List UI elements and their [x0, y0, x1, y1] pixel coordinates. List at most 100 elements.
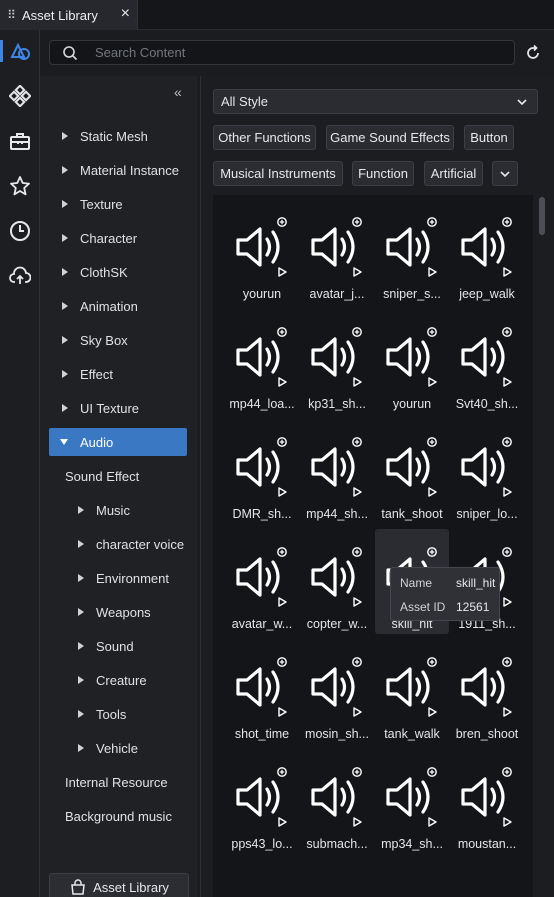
tag-button[interactable]: Button	[464, 125, 514, 150]
tree-item[interactable]: Audio	[49, 428, 187, 456]
caret-right-icon[interactable]	[62, 336, 68, 344]
caret-right-icon[interactable]	[62, 132, 68, 140]
drag-grip-icon[interactable]: ⠿	[0, 8, 22, 22]
tooltip-name-label: Name	[400, 576, 433, 590]
tree-item[interactable]: Sound	[78, 633, 134, 659]
tree-item[interactable]: Sky Box	[62, 327, 128, 353]
search-input[interactable]	[95, 43, 505, 62]
asset-tile[interactable]: submach...	[300, 749, 374, 854]
tooltip-id-label: Asset ID	[400, 600, 446, 614]
tree-item[interactable]: Sound Effect	[65, 463, 139, 489]
asset-tile[interactable]: yourun	[375, 309, 449, 414]
asset-tile-label: tank_shoot	[381, 507, 443, 521]
tree-item[interactable]: Effect	[62, 361, 113, 387]
refresh-icon[interactable]	[523, 43, 543, 63]
tree-item[interactable]: UI Texture	[62, 395, 139, 421]
speaker-icon	[311, 657, 362, 717]
caret-right-icon[interactable]	[78, 506, 84, 514]
tree-item[interactable]: Static Mesh	[62, 123, 148, 149]
tag-artificial[interactable]: Artificial	[424, 161, 483, 186]
caret-right-icon[interactable]	[78, 676, 84, 684]
tab-asset-library[interactable]: ⠿ Asset Library ×	[0, 0, 138, 30]
tree-item[interactable]: Background music	[65, 803, 172, 829]
clock-icon[interactable]	[0, 214, 40, 248]
caret-right-icon[interactable]	[78, 540, 84, 548]
caret-right-icon[interactable]	[78, 744, 84, 752]
tree-item[interactable]: Music	[78, 497, 130, 523]
asset-tile[interactable]: pps43_lo...	[225, 749, 299, 854]
scrollbar[interactable]	[539, 197, 545, 235]
star-icon[interactable]	[0, 169, 40, 203]
caret-right-icon[interactable]	[62, 166, 68, 174]
asset-tile[interactable]: yourun	[225, 199, 299, 304]
speaker-icon	[236, 437, 287, 497]
caret-right-icon[interactable]	[78, 642, 84, 650]
tree-item[interactable]: Environment	[78, 565, 169, 591]
asset-tile[interactable]: sniper_s...	[375, 199, 449, 304]
tree-item[interactable]: Animation	[62, 293, 138, 319]
asset-tile-label: avatar_j...	[309, 287, 365, 301]
caret-down-icon[interactable]	[60, 439, 68, 445]
asset-tile[interactable]: jeep_walk	[450, 199, 524, 304]
asset-tile-label: mosin_sh...	[305, 727, 369, 741]
asset-tile[interactable]: avatar_w...	[225, 529, 299, 634]
asset-tile[interactable]: tank_shoot	[375, 419, 449, 524]
asset-tile[interactable]: Svt40_sh...	[450, 309, 524, 414]
asset-tile-label: avatar_w...	[231, 617, 293, 631]
asset-tile[interactable]: DMR_sh...	[225, 419, 299, 524]
tag-function[interactable]: Function	[352, 161, 414, 186]
asset-tile-label: moustan...	[457, 837, 517, 851]
collapse-panel-icon[interactable]: «	[174, 84, 182, 100]
asset-tile[interactable]: tank_walk	[375, 639, 449, 744]
components-icon[interactable]	[0, 79, 40, 113]
asset-tile[interactable]: moustan...	[450, 749, 524, 854]
asset-library-button[interactable]: Asset Library	[49, 873, 189, 897]
tooltip-id-value: 12561	[456, 600, 490, 614]
asset-tile[interactable]: copter_w...	[300, 529, 374, 634]
speaker-icon	[461, 217, 512, 277]
caret-right-icon[interactable]	[78, 710, 84, 718]
speaker-icon	[461, 657, 512, 717]
tree-item[interactable]: Character	[62, 225, 137, 251]
asset-tile[interactable]: mp44_loa...	[225, 309, 299, 414]
speaker-icon	[236, 767, 287, 827]
tag-musical-instruments[interactable]: Musical Instruments	[213, 161, 343, 186]
tree-item[interactable]: ClothSK	[62, 259, 128, 285]
tree-item[interactable]: Weapons	[78, 599, 151, 625]
asset-tile[interactable]: bren_shoot	[450, 639, 524, 744]
tree-item-label: Weapons	[96, 604, 151, 620]
caret-right-icon[interactable]	[62, 200, 68, 208]
caret-right-icon[interactable]	[62, 302, 68, 310]
asset-tile[interactable]: sniper_lo...	[450, 419, 524, 524]
tree-item[interactable]: Texture	[62, 191, 123, 217]
asset-tile[interactable]: mosin_sh...	[300, 639, 374, 744]
style-dropdown[interactable]: All Style	[213, 89, 538, 114]
asset-tile-label: yourun	[392, 397, 432, 411]
caret-right-icon[interactable]	[62, 404, 68, 412]
close-icon[interactable]: ×	[121, 6, 130, 22]
caret-right-icon[interactable]	[62, 370, 68, 378]
shapes-icon[interactable]	[0, 34, 40, 68]
asset-tile[interactable]: mp44_sh...	[300, 419, 374, 524]
tree-item[interactable]: Vehicle	[78, 735, 138, 761]
cloud-upload-icon[interactable]	[0, 259, 40, 293]
tree-item[interactable]: character voice	[78, 531, 184, 557]
asset-tile[interactable]: shot_time	[225, 639, 299, 744]
asset-tile[interactable]: mp34_sh...	[375, 749, 449, 854]
caret-right-icon[interactable]	[62, 268, 68, 276]
caret-right-icon[interactable]	[62, 234, 68, 242]
tree-item-label: Tools	[96, 706, 127, 722]
caret-right-icon[interactable]	[78, 574, 84, 582]
tag-other-functions[interactable]: Other Functions	[213, 125, 316, 150]
tree-item[interactable]: Tools	[78, 701, 126, 727]
tree-item[interactable]: Internal Resource	[65, 769, 168, 795]
toolbox-icon[interactable]	[0, 124, 40, 158]
tree-item-label: Character	[80, 230, 138, 246]
asset-tile[interactable]: avatar_j...	[300, 199, 374, 304]
tags-expand-button[interactable]	[492, 161, 518, 186]
caret-right-icon[interactable]	[78, 608, 84, 616]
tree-item[interactable]: Material Instance	[62, 157, 179, 183]
tag-game-sound-effects[interactable]: Game Sound Effects	[326, 125, 454, 150]
asset-tile[interactable]: kp31_sh...	[300, 309, 374, 414]
tree-item[interactable]: Creature	[78, 667, 147, 693]
